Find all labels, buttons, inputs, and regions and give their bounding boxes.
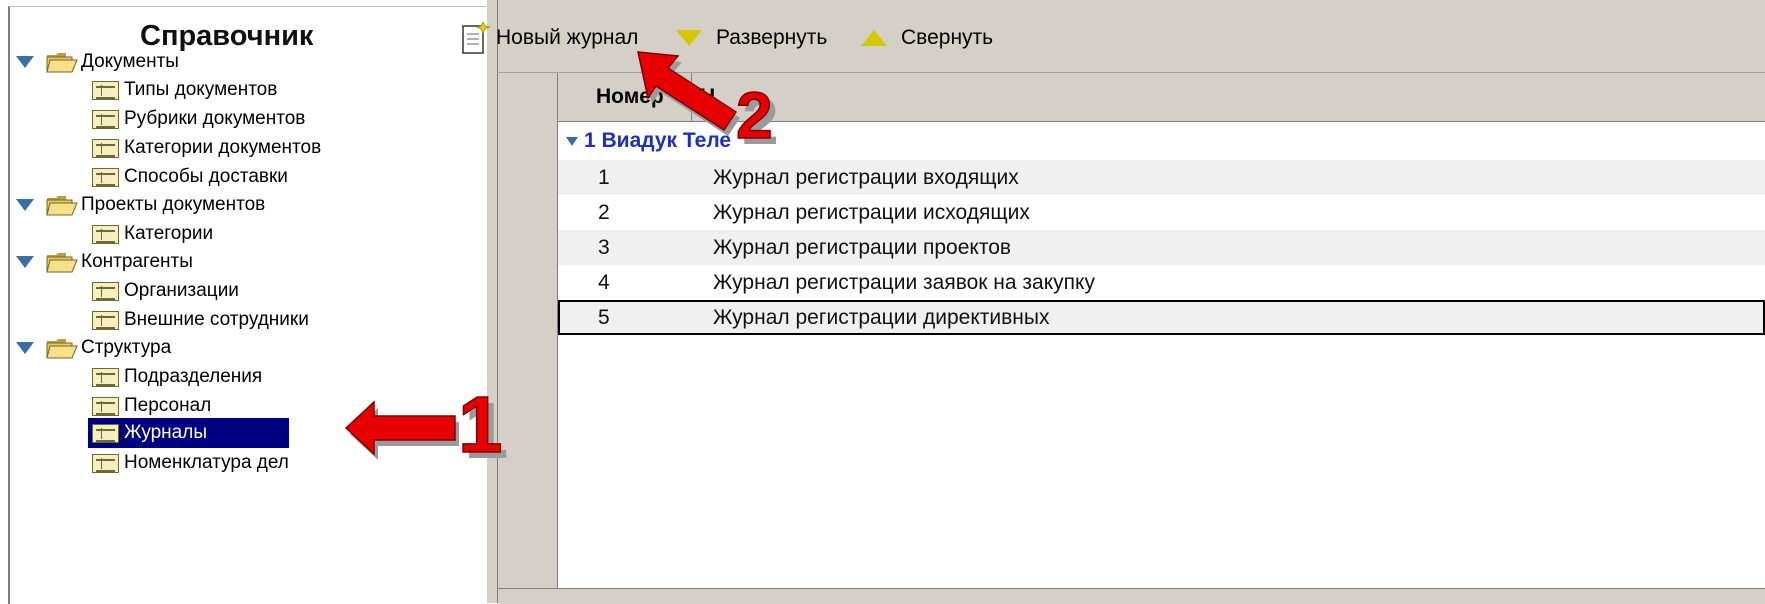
tree-folder-counterparties[interactable]: Контрагенты: [16, 247, 193, 277]
row-number: 5: [598, 306, 610, 329]
annotation-number-1: 1: [458, 388, 503, 468]
tree-item-label: Рубрики документов: [124, 108, 306, 129]
table-icon: [92, 453, 119, 473]
table-row[interactable]: 4 Журнал регистрации заявок на закупку: [558, 265, 1765, 300]
table-row[interactable]: 3 Журнал регистрации проектов: [558, 230, 1765, 265]
tree-item-label: Журналы: [124, 422, 207, 443]
panel-splitter[interactable]: [486, 0, 498, 603]
row-name: Журнал регистрации входящих: [713, 166, 1019, 189]
tree-item-delivery-methods[interactable]: Способы доставки: [92, 162, 288, 192]
tree-item-label: Организации: [124, 280, 239, 301]
tree-item-label: Типы документов: [124, 79, 278, 100]
tree-item-label: Структура: [81, 337, 172, 358]
row-number: 3: [598, 236, 610, 259]
table-icon: [92, 138, 119, 158]
row-name: Журнал регистрации заявок на закупку: [713, 271, 1095, 294]
table-icon: [92, 367, 119, 387]
tree-item-document-types[interactable]: Типы документов: [92, 75, 277, 105]
collapse-button[interactable]: Свернуть: [861, 20, 993, 56]
tree-folder-document-projects[interactable]: Проекты документов: [16, 190, 265, 220]
table-row[interactable]: 2 Журнал регистрации исходящих: [558, 195, 1765, 230]
table-icon: [92, 281, 119, 301]
tree-item-label: Документы: [81, 51, 179, 72]
expand-arrow-icon[interactable]: [16, 56, 34, 68]
tree-item-journals[interactable]: Журналы: [88, 418, 289, 448]
tree-item-nomenclature[interactable]: Номенклатура дел: [92, 448, 289, 478]
status-bar: [498, 588, 1765, 604]
table-icon: [92, 80, 119, 100]
tree-item-organizations[interactable]: Организации: [92, 276, 239, 306]
table-icon: [92, 310, 119, 330]
table-icon: [92, 109, 119, 129]
folder-icon: [46, 53, 78, 73]
tree-item-label: Персонал: [124, 395, 212, 416]
expand-arrow-icon[interactable]: [16, 199, 34, 211]
tree-folder-documents[interactable]: Документы: [16, 47, 179, 77]
tree-item-label: Контрагенты: [81, 251, 193, 272]
annotation-number-2: 2: [736, 78, 773, 150]
grid-body: 1 Виадук Теле 1 Журнал регистрации входя…: [558, 122, 1765, 588]
row-number: 2: [598, 201, 610, 224]
row-name: Журнал регистрации исходящих: [713, 201, 1030, 224]
tree-item-personnel[interactable]: Персонал: [92, 391, 211, 421]
tree-item-external-employees[interactable]: Внешние сотрудники: [92, 305, 309, 335]
tree-item-label: Категории: [124, 223, 214, 244]
annotation-arrow-2: 2 2: [637, 51, 779, 150]
tree-item-label: Способы доставки: [124, 166, 288, 187]
table-row-focused[interactable]: 5 Журнал регистрации директивных: [558, 300, 1765, 335]
tree-item-label: Подразделения: [124, 366, 263, 387]
table-icon: [92, 224, 119, 244]
collapse-label: Свернуть: [901, 26, 994, 49]
tree-item-label: Внешние сотрудники: [124, 309, 309, 330]
tree-panel: Справочник Документы Типы документов Руб…: [8, 6, 488, 604]
row-number: 1: [598, 166, 610, 189]
tree-folder-structure[interactable]: Структура: [16, 333, 171, 363]
tree-item-categories[interactable]: Категории: [92, 219, 213, 249]
tree-item-label: Категории документов: [124, 137, 322, 158]
new-journal-button[interactable]: Новый журнал: [460, 20, 638, 56]
table-icon: [92, 167, 119, 187]
expand-arrow-icon[interactable]: [16, 342, 34, 354]
new-journal-label: Новый журнал: [496, 26, 639, 49]
group-expand-icon[interactable]: [566, 136, 578, 146]
tree-item-departments[interactable]: Подразделения: [92, 362, 262, 392]
grid-group-gutter: [498, 73, 558, 588]
folder-icon: [46, 339, 78, 359]
table-icon: [92, 423, 119, 443]
table-icon: [92, 396, 119, 416]
tree-item-document-categories[interactable]: Категории документов: [92, 133, 321, 163]
collapse-icon: [861, 30, 887, 46]
table-row[interactable]: 1 Журнал регистрации входящих: [558, 160, 1765, 195]
tree-item-label: Проекты документов: [81, 194, 266, 215]
row-number: 4: [598, 271, 610, 294]
tree-item-label: Номенклатура дел: [124, 452, 289, 473]
row-name: Журнал регистрации директивных: [713, 306, 1050, 329]
folder-icon: [46, 253, 78, 273]
annotation-arrow-1: 1 1: [344, 388, 509, 468]
tree-item-document-rubrics[interactable]: Рубрики документов: [92, 104, 305, 134]
expand-arrow-icon[interactable]: [16, 256, 34, 268]
new-document-icon: [462, 21, 490, 54]
folder-icon: [46, 196, 78, 216]
row-name: Журнал регистрации проектов: [713, 236, 1012, 259]
